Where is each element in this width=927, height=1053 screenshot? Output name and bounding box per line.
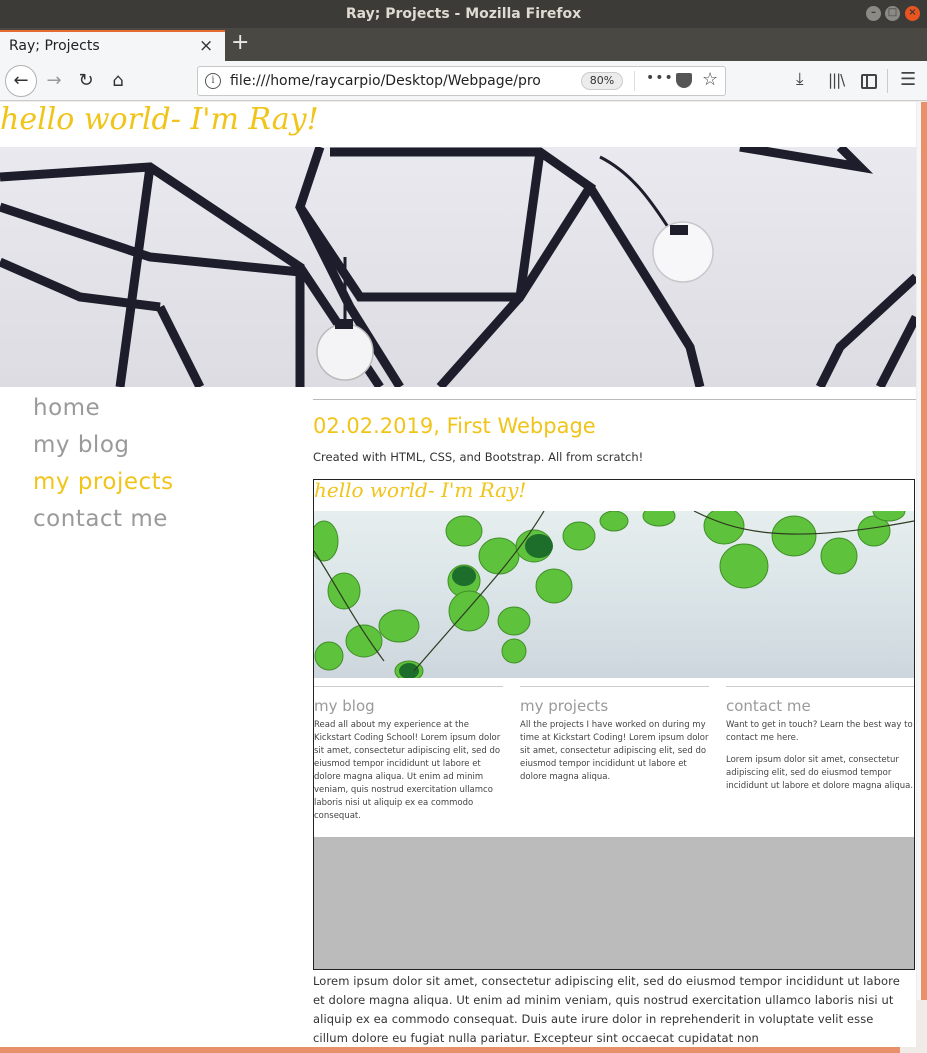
- post-body-text: Lorem ipsum dolor sit amet, consectetur …: [313, 974, 900, 1045]
- firefox-window: Ray; Projects - Mozilla Firefox – □ × Ra…: [0, 0, 927, 1053]
- minimize-icon: –: [871, 7, 876, 18]
- column-text: Read all about my experience at the Kick…: [314, 720, 501, 821]
- title-bar: Ray; Projects - Mozilla Firefox – □ ×: [0, 0, 927, 28]
- nav-link-contact-me[interactable]: contact me: [33, 501, 174, 538]
- downloads-icon[interactable]: ⤓: [796, 69, 804, 89]
- url-bar[interactable]: i file:///home/raycarpio/Desktop/Webpage…: [197, 66, 726, 96]
- column-text: Lorem ipsum dolor sit amet, consectetur …: [726, 755, 914, 791]
- library-icon[interactable]: |||\: [828, 71, 845, 89]
- info-icon[interactable]: i: [205, 73, 221, 89]
- url-text[interactable]: file:///home/raycarpio/Desktop/Webpage/p…: [230, 73, 544, 89]
- menu-icon[interactable]: ☰: [900, 69, 916, 90]
- preview-column-projects: my projects All the projects I have work…: [520, 686, 709, 784]
- column-divider: [520, 686, 709, 687]
- sidebar-icon[interactable]: [861, 74, 877, 89]
- column-text: All the projects I have worked on during…: [520, 720, 709, 782]
- hero-cubes-graphic: [0, 147, 916, 387]
- nav-link-my-blog[interactable]: my blog: [33, 427, 174, 464]
- hero-image: [0, 147, 916, 387]
- back-button[interactable]: ←: [5, 65, 37, 97]
- column-divider: [314, 686, 503, 687]
- reload-button[interactable]: ↻: [72, 67, 100, 95]
- column-title: my blog: [314, 697, 375, 715]
- close-icon: ×: [908, 7, 917, 18]
- forward-button[interactable]: →: [40, 67, 68, 95]
- page-actions-icon[interactable]: •••: [646, 70, 674, 86]
- column-title: my projects: [520, 697, 609, 715]
- bookmark-star-icon[interactable]: ☆: [702, 69, 718, 90]
- window-title: Ray; Projects - Mozilla Firefox: [345, 6, 582, 22]
- horizontal-scrollbar-thumb[interactable]: [0, 1047, 900, 1053]
- column-text: Want to get in touch? Learn the best way…: [726, 720, 913, 743]
- leaves-graphic: [314, 511, 914, 678]
- site-header-title: hello world- I'm Ray!: [0, 102, 319, 137]
- project-preview-image: hello world- I'm Ray! my blog Read all a…: [313, 479, 915, 970]
- toolbar-divider: [887, 69, 888, 93]
- new-tab-button[interactable]: +: [231, 30, 249, 55]
- zoom-level-badge[interactable]: 80%: [581, 72, 623, 90]
- side-navigation: home my blog my projects contact me: [33, 390, 174, 538]
- preview-column-contact: contact me Want to get in touch? Learn t…: [726, 686, 914, 793]
- preview-header-title: hello world- I'm Ray!: [314, 479, 527, 502]
- preview-column-blog: my blog Read all about my experience at …: [314, 686, 503, 823]
- tab-ray-projects[interactable]: Ray; Projects ×: [0, 30, 225, 61]
- navigation-toolbar: ← → ↻ ⌂ i file:///home/raycarpio/Desktop…: [0, 61, 927, 101]
- pocket-icon[interactable]: [676, 73, 692, 88]
- vertical-scrollbar-thumb[interactable]: [921, 102, 927, 1000]
- url-divider: [634, 71, 635, 91]
- nav-link-my-projects[interactable]: my projects: [33, 464, 174, 501]
- divider: [313, 399, 916, 400]
- nav-link-home[interactable]: home: [33, 390, 174, 427]
- page-viewport: hello world- I'm Ray! home my blog my pr…: [0, 102, 916, 1047]
- tab-label: Ray; Projects: [9, 38, 100, 54]
- post-title: 02.02.2019, First Webpage: [313, 414, 596, 438]
- minimize-button[interactable]: –: [866, 6, 881, 21]
- tab-strip: Ray; Projects × +: [0, 28, 927, 61]
- preview-footer-area: [314, 837, 914, 969]
- maximize-button[interactable]: □: [885, 6, 900, 21]
- tab-close-icon[interactable]: ×: [199, 36, 213, 56]
- column-title: contact me: [726, 697, 811, 715]
- maximize-icon: □: [887, 7, 898, 18]
- close-window-button[interactable]: ×: [905, 6, 920, 21]
- post-subtitle: Created with HTML, CSS, and Bootstrap. A…: [313, 450, 644, 464]
- preview-hero-leaves: [314, 511, 914, 678]
- column-divider: [726, 686, 914, 687]
- home-button[interactable]: ⌂: [104, 67, 132, 95]
